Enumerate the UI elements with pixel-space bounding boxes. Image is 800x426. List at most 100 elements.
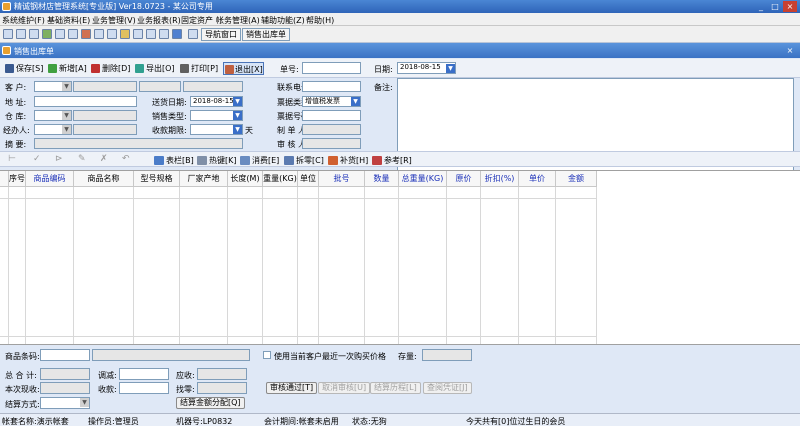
cancel-approve-button[interactable]: 取消审核[U] [318, 382, 371, 394]
add-button[interactable]: 新增[A] [48, 62, 87, 75]
export-button[interactable]: 导出[O] [135, 62, 175, 75]
adjust-input[interactable] [119, 368, 169, 380]
child-close-icon[interactable]: × [783, 45, 797, 56]
toolbar-icon-11[interactable] [133, 29, 143, 39]
spend-button[interactable]: 消费[E] [240, 155, 279, 166]
settle-method-select[interactable]: ▼ [40, 397, 90, 409]
col-discount[interactable]: 折扣(%) [481, 171, 519, 187]
minimize-icon[interactable]: _ [754, 1, 768, 12]
save-button[interactable]: 保存[S] [5, 62, 43, 75]
customer-name-input[interactable] [73, 81, 137, 92]
customer-extra-input-1[interactable] [139, 81, 181, 92]
toolbar-icon-7[interactable] [81, 29, 91, 39]
toolbar-icon-3[interactable] [29, 29, 39, 39]
view-voucher-button[interactable]: 查阅凭证[J] [423, 382, 472, 394]
nav-window-button[interactable]: 导航窗口 [201, 28, 241, 41]
date-dropdown-icon[interactable]: ▼ [446, 64, 455, 73]
settle-history-button[interactable]: 结算历程[L] [370, 382, 421, 394]
print-button[interactable]: 打印[P] [180, 62, 218, 75]
toolbar-icon-1[interactable] [3, 29, 13, 39]
hotkey-button[interactable]: 热键[K] [197, 155, 237, 166]
collect-period-spin-icon[interactable]: ▼ [233, 125, 242, 134]
maximize-icon[interactable]: □ [768, 1, 782, 12]
toolbar-icon-12[interactable] [146, 29, 156, 39]
toolbar-icon-4[interactable] [42, 29, 52, 39]
customer-extra-input-2[interactable] [183, 81, 243, 92]
close-icon[interactable]: × [783, 1, 797, 12]
menu-reports[interactable]: 业务报表(R) [137, 15, 181, 26]
undo-icon[interactable]: ↶ [122, 154, 130, 164]
handler-dropdown-icon[interactable]: ▼ [62, 125, 71, 134]
exit-icon[interactable] [188, 29, 198, 39]
menu-help[interactable]: 帮助(H) [306, 15, 334, 26]
warehouse-name-input[interactable] [73, 110, 137, 121]
customer-dropdown-icon[interactable]: ▼ [62, 82, 71, 91]
barcode-input[interactable] [40, 349, 90, 361]
col-spec[interactable]: 型号规格 [134, 171, 180, 187]
col-weight[interactable]: 重量(KG) [263, 171, 298, 187]
toolbar-icon-8[interactable] [94, 29, 104, 39]
toolbar-icon-6[interactable] [68, 29, 78, 39]
toolbar-icon-5[interactable] [55, 29, 65, 39]
col-code[interactable]: 商品编码 [26, 171, 74, 187]
collect-period-input[interactable]: ▼ [190, 124, 243, 135]
address-input[interactable] [34, 96, 137, 107]
summary-input[interactable] [34, 138, 243, 149]
handler-code-input[interactable]: ▼ [34, 124, 72, 135]
col-amount[interactable]: 金额 [556, 171, 597, 187]
warehouse-dropdown-icon[interactable]: ▼ [62, 111, 71, 120]
prev-icon[interactable]: ⊳ [55, 154, 63, 164]
date-input[interactable]: 2018-08-15 ▼ [397, 62, 456, 74]
sales-out-button[interactable]: 销售出库单 [242, 28, 290, 41]
col-origin[interactable]: 厂家产地 [180, 171, 228, 187]
col-name[interactable]: 商品名称 [74, 171, 134, 187]
contact-input[interactable] [302, 81, 361, 92]
handler-name-input[interactable] [73, 124, 137, 135]
edit-icon[interactable]: ✎ [78, 154, 86, 164]
col-batch[interactable]: 批号 [319, 171, 365, 187]
toolbar-icon-10[interactable] [120, 29, 130, 39]
split-button[interactable]: 拆零[C] [284, 155, 324, 166]
approve-button[interactable]: 审核通过[T] [266, 382, 318, 394]
col-unit[interactable]: 单位 [298, 171, 319, 187]
settle-method-dropdown-icon[interactable]: ▼ [80, 398, 89, 407]
menu-system[interactable]: 系统维护(F) [2, 15, 45, 26]
collect-input[interactable] [119, 382, 169, 394]
items-grid[interactable]: 序号 商品编码 商品名称 型号规格 厂家产地 长度(M) 重量(KG) 单位 批… [0, 170, 800, 345]
col-total-weight[interactable]: 总重量(KG) [399, 171, 447, 187]
toolbar-icon-13[interactable] [159, 29, 169, 39]
menu-business[interactable]: 业务管理(V) [92, 15, 136, 26]
customer-code-input[interactable]: ▼ [34, 81, 72, 92]
help-icon[interactable] [172, 29, 182, 39]
col-original-price[interactable]: 原价 [447, 171, 481, 187]
menu-fixed-assets[interactable]: 固定资产 [181, 15, 213, 26]
invoice-type-dropdown-icon[interactable]: ▼ [351, 97, 360, 106]
toolbar-icon-9[interactable] [107, 29, 117, 39]
sales-type-select[interactable]: ▼ [190, 110, 243, 121]
col-quantity[interactable]: 数量 [365, 171, 399, 187]
invoice-type-select[interactable]: 增值税发票 ▼ [302, 96, 361, 107]
delivery-date-dropdown-icon[interactable]: ▼ [233, 97, 242, 106]
table-columns-button[interactable]: 表栏[B] [154, 155, 194, 166]
delete-button[interactable]: 删除[D] [91, 62, 130, 75]
menu-basic-data[interactable]: 基础资料(E) [47, 15, 90, 26]
first-icon[interactable]: ⊢ [8, 154, 16, 164]
check-icon[interactable]: ✓ [33, 154, 41, 164]
col-length[interactable]: 长度(M) [228, 171, 263, 187]
warehouse-code-input[interactable]: ▼ [34, 110, 72, 121]
exit-button[interactable]: 退出[X] [223, 62, 264, 75]
doc-no-input[interactable] [302, 62, 361, 74]
toolbar-icon-2[interactable] [16, 29, 26, 39]
use-last-price-checkbox[interactable] [263, 351, 271, 359]
cancel-icon[interactable]: ✗ [100, 154, 108, 164]
col-seq[interactable]: 序号 [9, 171, 26, 187]
col-unit-price[interactable]: 单价 [519, 171, 556, 187]
menu-auxiliary[interactable]: 辅助功能(Z) [261, 15, 305, 26]
reference-button[interactable]: 参考[R] [372, 155, 412, 166]
delivery-date-input[interactable]: 2018-08-15 ▼ [190, 96, 243, 107]
menu-accounting[interactable]: 帐务管理(A) [216, 15, 260, 26]
settle-split-button[interactable]: 结算金额分配[Q] [176, 397, 245, 409]
invoice-no-input[interactable] [302, 110, 361, 121]
sales-type-dropdown-icon[interactable]: ▼ [233, 111, 242, 120]
supplement-button[interactable]: 补货[H] [328, 155, 368, 166]
